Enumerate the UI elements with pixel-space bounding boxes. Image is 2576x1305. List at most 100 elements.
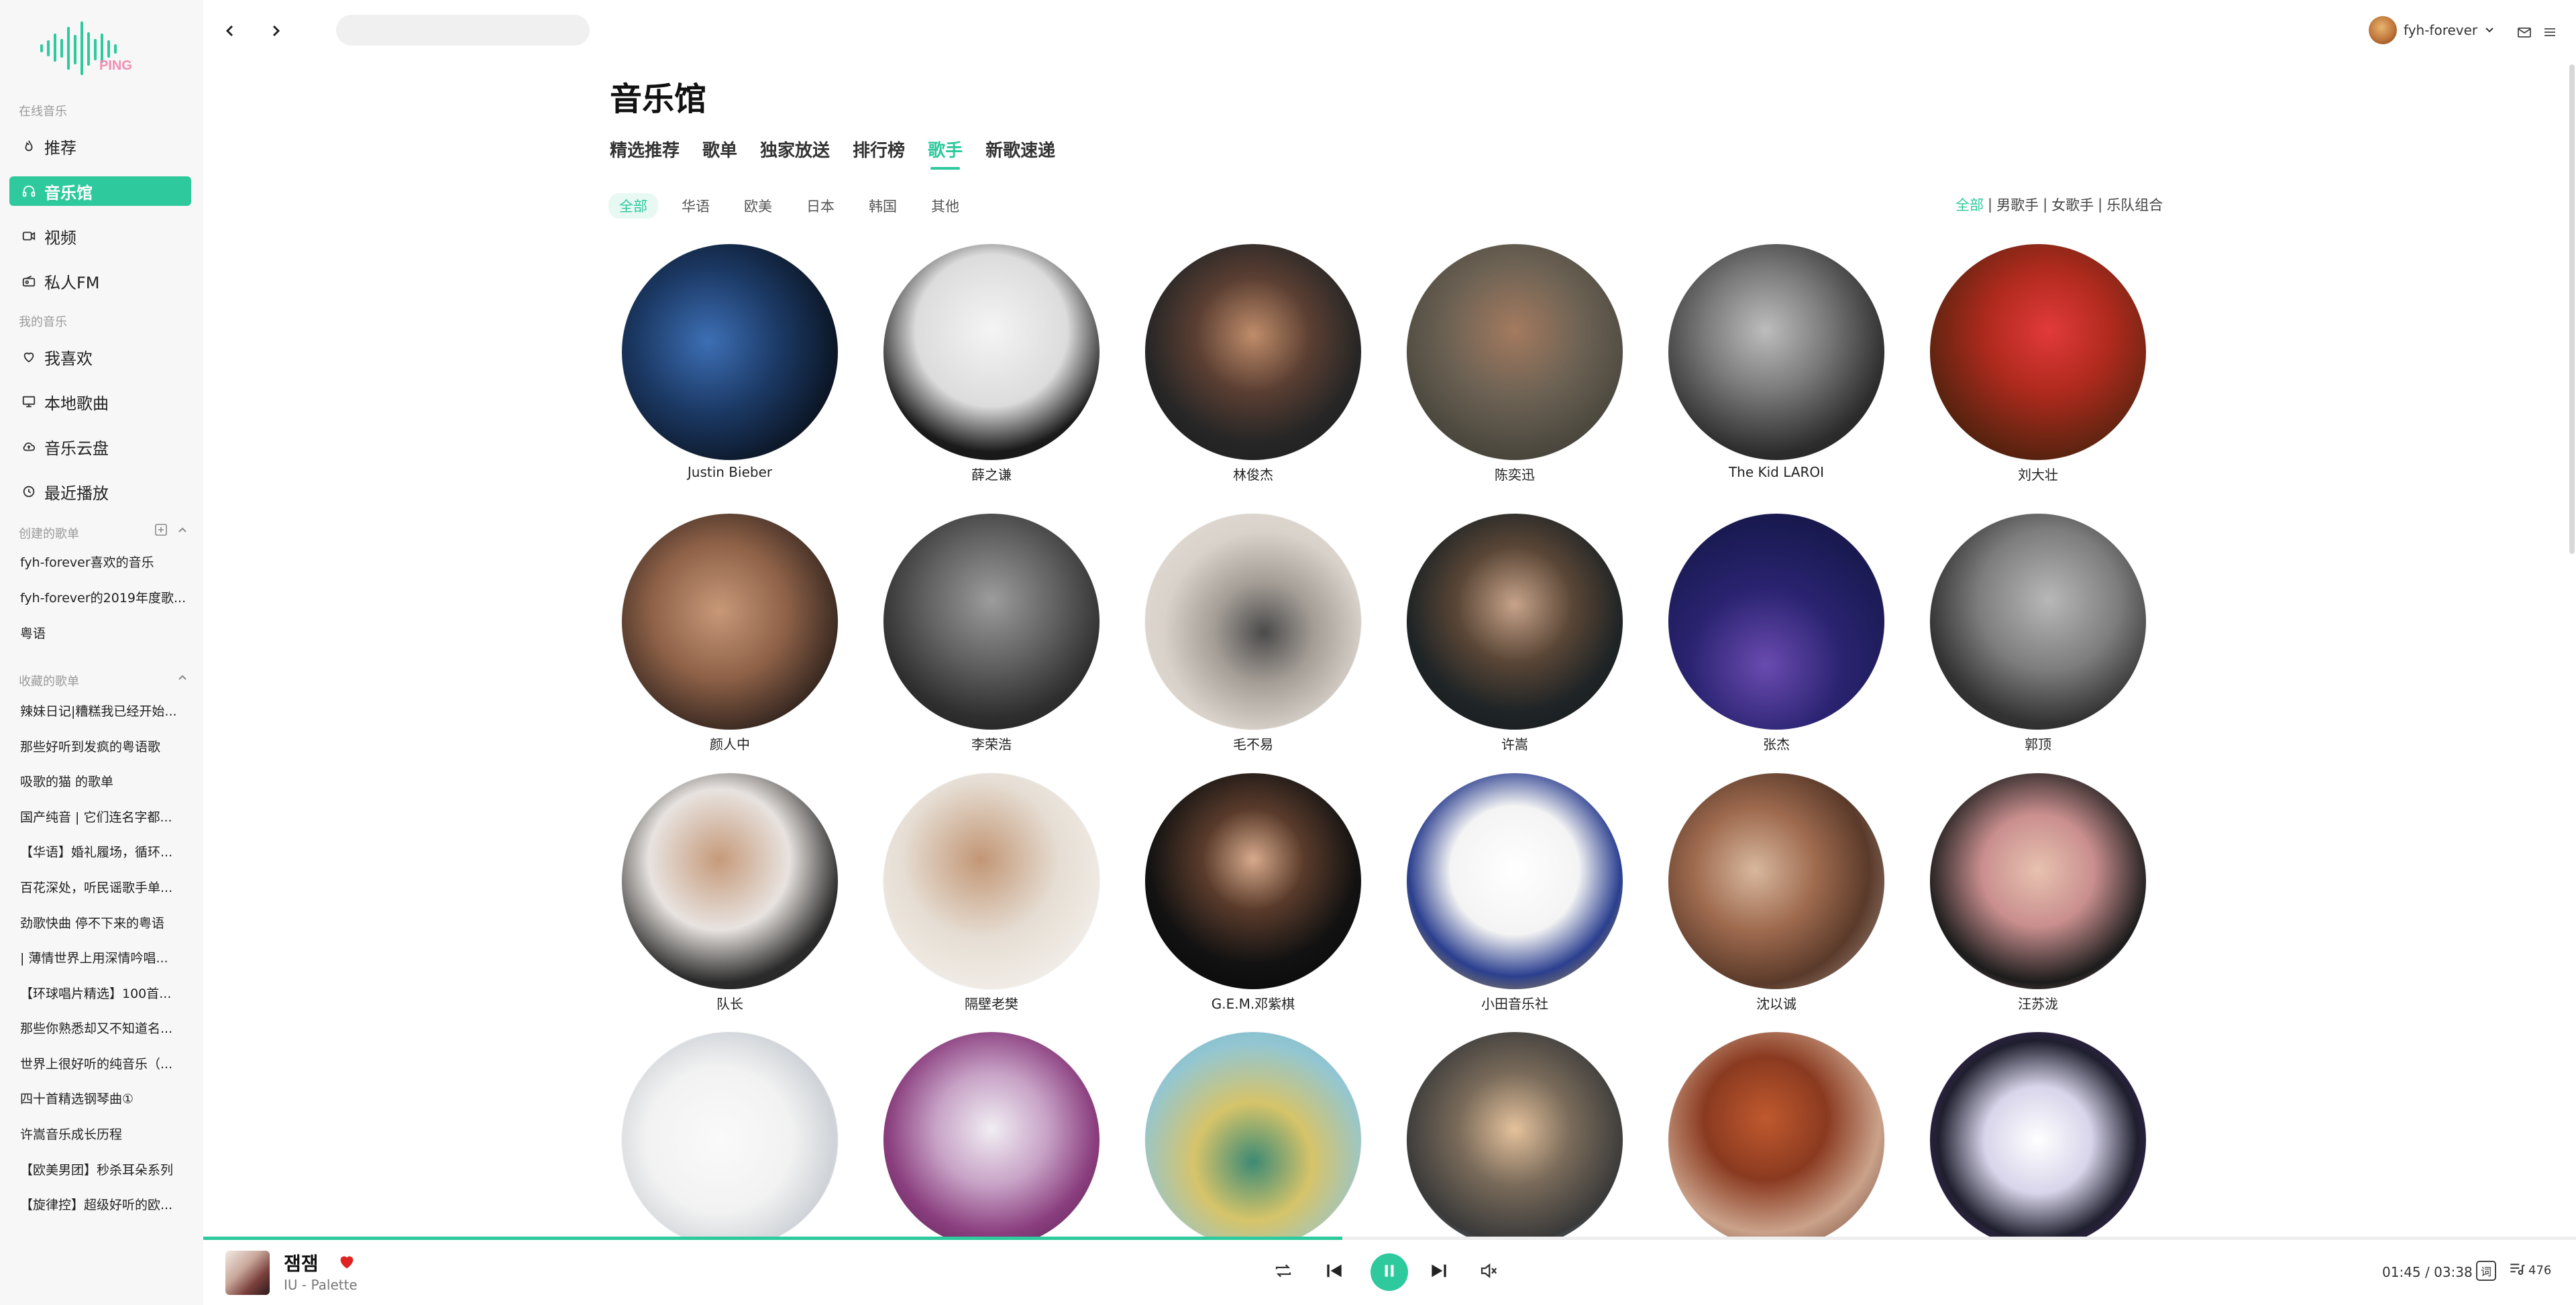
tab-featured[interactable]: 精选推荐	[610, 137, 680, 170]
artist-card[interactable]	[881, 1032, 1102, 1238]
artist-photo[interactable]	[622, 773, 838, 989]
artist-photo[interactable]	[622, 514, 838, 730]
tab-exclusive[interactable]: 独家放送	[760, 137, 830, 170]
artist-photo[interactable]	[1930, 1032, 2146, 1238]
created-playlist-item[interactable]: 粤语	[20, 624, 188, 642]
back-button[interactable]	[217, 19, 244, 46]
artist-photo[interactable]	[1145, 773, 1361, 989]
artist-card[interactable]: 颜人中	[619, 514, 841, 753]
artist-name[interactable]: 郭顶	[1927, 734, 2149, 753]
artist-card[interactable]	[1666, 1032, 1887, 1238]
previous-button[interactable]	[1321, 1259, 1348, 1286]
artist-photo[interactable]	[1407, 244, 1623, 460]
artist-name[interactable]: 许嵩	[1404, 734, 1625, 753]
type-filter-female[interactable]: 女歌手	[2051, 194, 2094, 215]
loop-mode-button[interactable]	[1271, 1260, 1295, 1284]
artist-card[interactable]: 薛之谦	[881, 244, 1102, 484]
artist-photo[interactable]	[1668, 244, 1884, 460]
forward-button[interactable]	[262, 19, 289, 46]
artist-photo[interactable]	[1407, 773, 1623, 989]
artist-photo[interactable]	[1145, 514, 1361, 730]
artist-card[interactable]: 沈以诚	[1666, 773, 1887, 1013]
artist-photo[interactable]	[1930, 244, 2146, 460]
collected-playlist-item[interactable]: 吸歌的猫 的歌单	[20, 772, 188, 790]
next-button[interactable]	[1426, 1259, 1452, 1286]
artist-photo[interactable]	[1145, 244, 1361, 460]
collected-playlist-item[interactable]: 辣妹日记|糟糕我已经开始...	[20, 701, 188, 720]
avatar[interactable]	[2369, 16, 2397, 44]
artist-name[interactable]: 刘大壮	[1927, 464, 2149, 484]
sidebar-item-recommend[interactable]: 推荐	[9, 131, 191, 161]
sidebar-item-video[interactable]: 视频	[9, 221, 191, 251]
artist-name[interactable]: 毛不易	[1142, 734, 1364, 753]
sidebar-item-music-hall[interactable]: 音乐馆	[9, 176, 191, 206]
main-scrollbar[interactable]	[2569, 64, 2575, 554]
artist-card[interactable]	[619, 1032, 841, 1238]
tab-new-songs[interactable]: 新歌速递	[985, 137, 1055, 170]
collected-playlist-item[interactable]: 【华语】婚礼履场，循环...	[20, 842, 188, 860]
menu-icon[interactable]	[2540, 23, 2559, 42]
search-input[interactable]	[336, 15, 590, 46]
artist-card[interactable]: 汪苏泷	[1927, 773, 2149, 1013]
username[interactable]: fyh-forever	[2404, 22, 2477, 38]
region-filter-japan[interactable]: 日本	[796, 193, 845, 219]
artist-card[interactable]	[1404, 1032, 1625, 1238]
artist-photo[interactable]	[883, 244, 1099, 460]
artist-card[interactable]: The Kid LAROI	[1666, 244, 1887, 480]
collected-playlist-item[interactable]: 许嵩音乐成长历程	[20, 1125, 188, 1143]
collapse-collected-icon[interactable]	[176, 671, 189, 687]
artist-name[interactable]: 颜人中	[619, 734, 841, 753]
type-filter-male[interactable]: 男歌手	[1996, 194, 2039, 215]
artist-photo[interactable]	[1668, 773, 1884, 989]
collected-playlist-item[interactable]: 四十首精选钢琴曲①	[20, 1089, 188, 1107]
artist-photo[interactable]	[1668, 1032, 1884, 1238]
song-artist[interactable]: IU - Palette	[284, 1277, 358, 1293]
sidebar-item-private-fm[interactable]: 私人FM	[9, 266, 191, 296]
artist-name[interactable]: G.E.M.邓紫棋	[1142, 993, 1364, 1013]
tab-artists[interactable]: 歌手	[928, 137, 963, 170]
artist-card[interactable]: 刘大壮	[1927, 244, 2149, 484]
created-playlist-item[interactable]: fyh-forever喜欢的音乐	[20, 553, 188, 571]
collected-playlist-item[interactable]: 国产纯音 | 它们连名字都...	[20, 807, 188, 826]
type-filter-all[interactable]: 全部	[1955, 194, 1984, 215]
artist-card[interactable]	[1927, 1032, 2149, 1238]
region-filter-korea[interactable]: 韩国	[858, 193, 908, 219]
artist-card[interactable]: 许嵩	[1404, 514, 1625, 753]
collected-playlist-item[interactable]: 那些好听到发疯的粤语歌	[20, 737, 188, 755]
sidebar-item-cloud-disk[interactable]: 音乐云盘	[9, 432, 191, 461]
region-filter-all[interactable]: 全部	[608, 193, 658, 219]
add-playlist-icon[interactable]	[154, 523, 168, 540]
artist-name[interactable]: 薛之谦	[881, 464, 1102, 484]
album-cover[interactable]	[225, 1251, 270, 1295]
tab-charts[interactable]: 排行榜	[853, 137, 905, 170]
type-filter-band[interactable]: 乐队组合	[2106, 194, 2163, 215]
collected-playlist-item[interactable]: 【欧美男团】秒杀耳朵系列	[20, 1160, 188, 1178]
like-heart-icon[interactable]	[337, 1252, 356, 1271]
collapse-created-icon[interactable]	[176, 523, 189, 540]
artist-card[interactable]: 隔壁老樊	[881, 773, 1102, 1013]
artist-photo[interactable]	[1407, 514, 1623, 730]
artist-name[interactable]: 李荣浩	[881, 734, 1102, 753]
pause-button[interactable]	[1371, 1253, 1408, 1291]
artist-card[interactable]: 郭顶	[1927, 514, 2149, 753]
collected-playlist-item[interactable]: 【环球唱片精选】100首...	[20, 984, 188, 1002]
artist-card[interactable]: 陈奕迅	[1404, 244, 1625, 484]
lyrics-toggle-button[interactable]: 词	[2476, 1260, 2496, 1281]
artist-card[interactable]: 李荣浩	[881, 514, 1102, 753]
chevron-down-icon[interactable]	[2484, 22, 2495, 38]
artist-name[interactable]: 小田音乐社	[1404, 993, 1625, 1013]
collected-playlist-item[interactable]: 劲歌快曲 停不下来的粤语	[20, 913, 188, 931]
artist-photo[interactable]	[622, 1032, 838, 1238]
collected-playlist-item[interactable]: 世界上很好听的纯音乐（...	[20, 1054, 188, 1072]
artist-name[interactable]: 林俊杰	[1142, 464, 1364, 484]
artist-name[interactable]: 汪苏泷	[1927, 993, 2149, 1013]
region-filter-western[interactable]: 欧美	[733, 193, 783, 219]
artist-name[interactable]: 陈奕迅	[1404, 464, 1625, 484]
region-filter-other[interactable]: 其他	[920, 193, 970, 219]
volume-button[interactable]	[1477, 1260, 1501, 1284]
created-playlist-item[interactable]: fyh-forever的2019年度歌...	[20, 588, 188, 606]
artist-photo[interactable]	[1930, 773, 2146, 989]
artist-photo[interactable]	[883, 773, 1099, 989]
playlist-queue-button[interactable]: 476	[2508, 1260, 2551, 1281]
collected-playlist-item[interactable]: 百花深处，听民谣歌手单...	[20, 878, 188, 896]
